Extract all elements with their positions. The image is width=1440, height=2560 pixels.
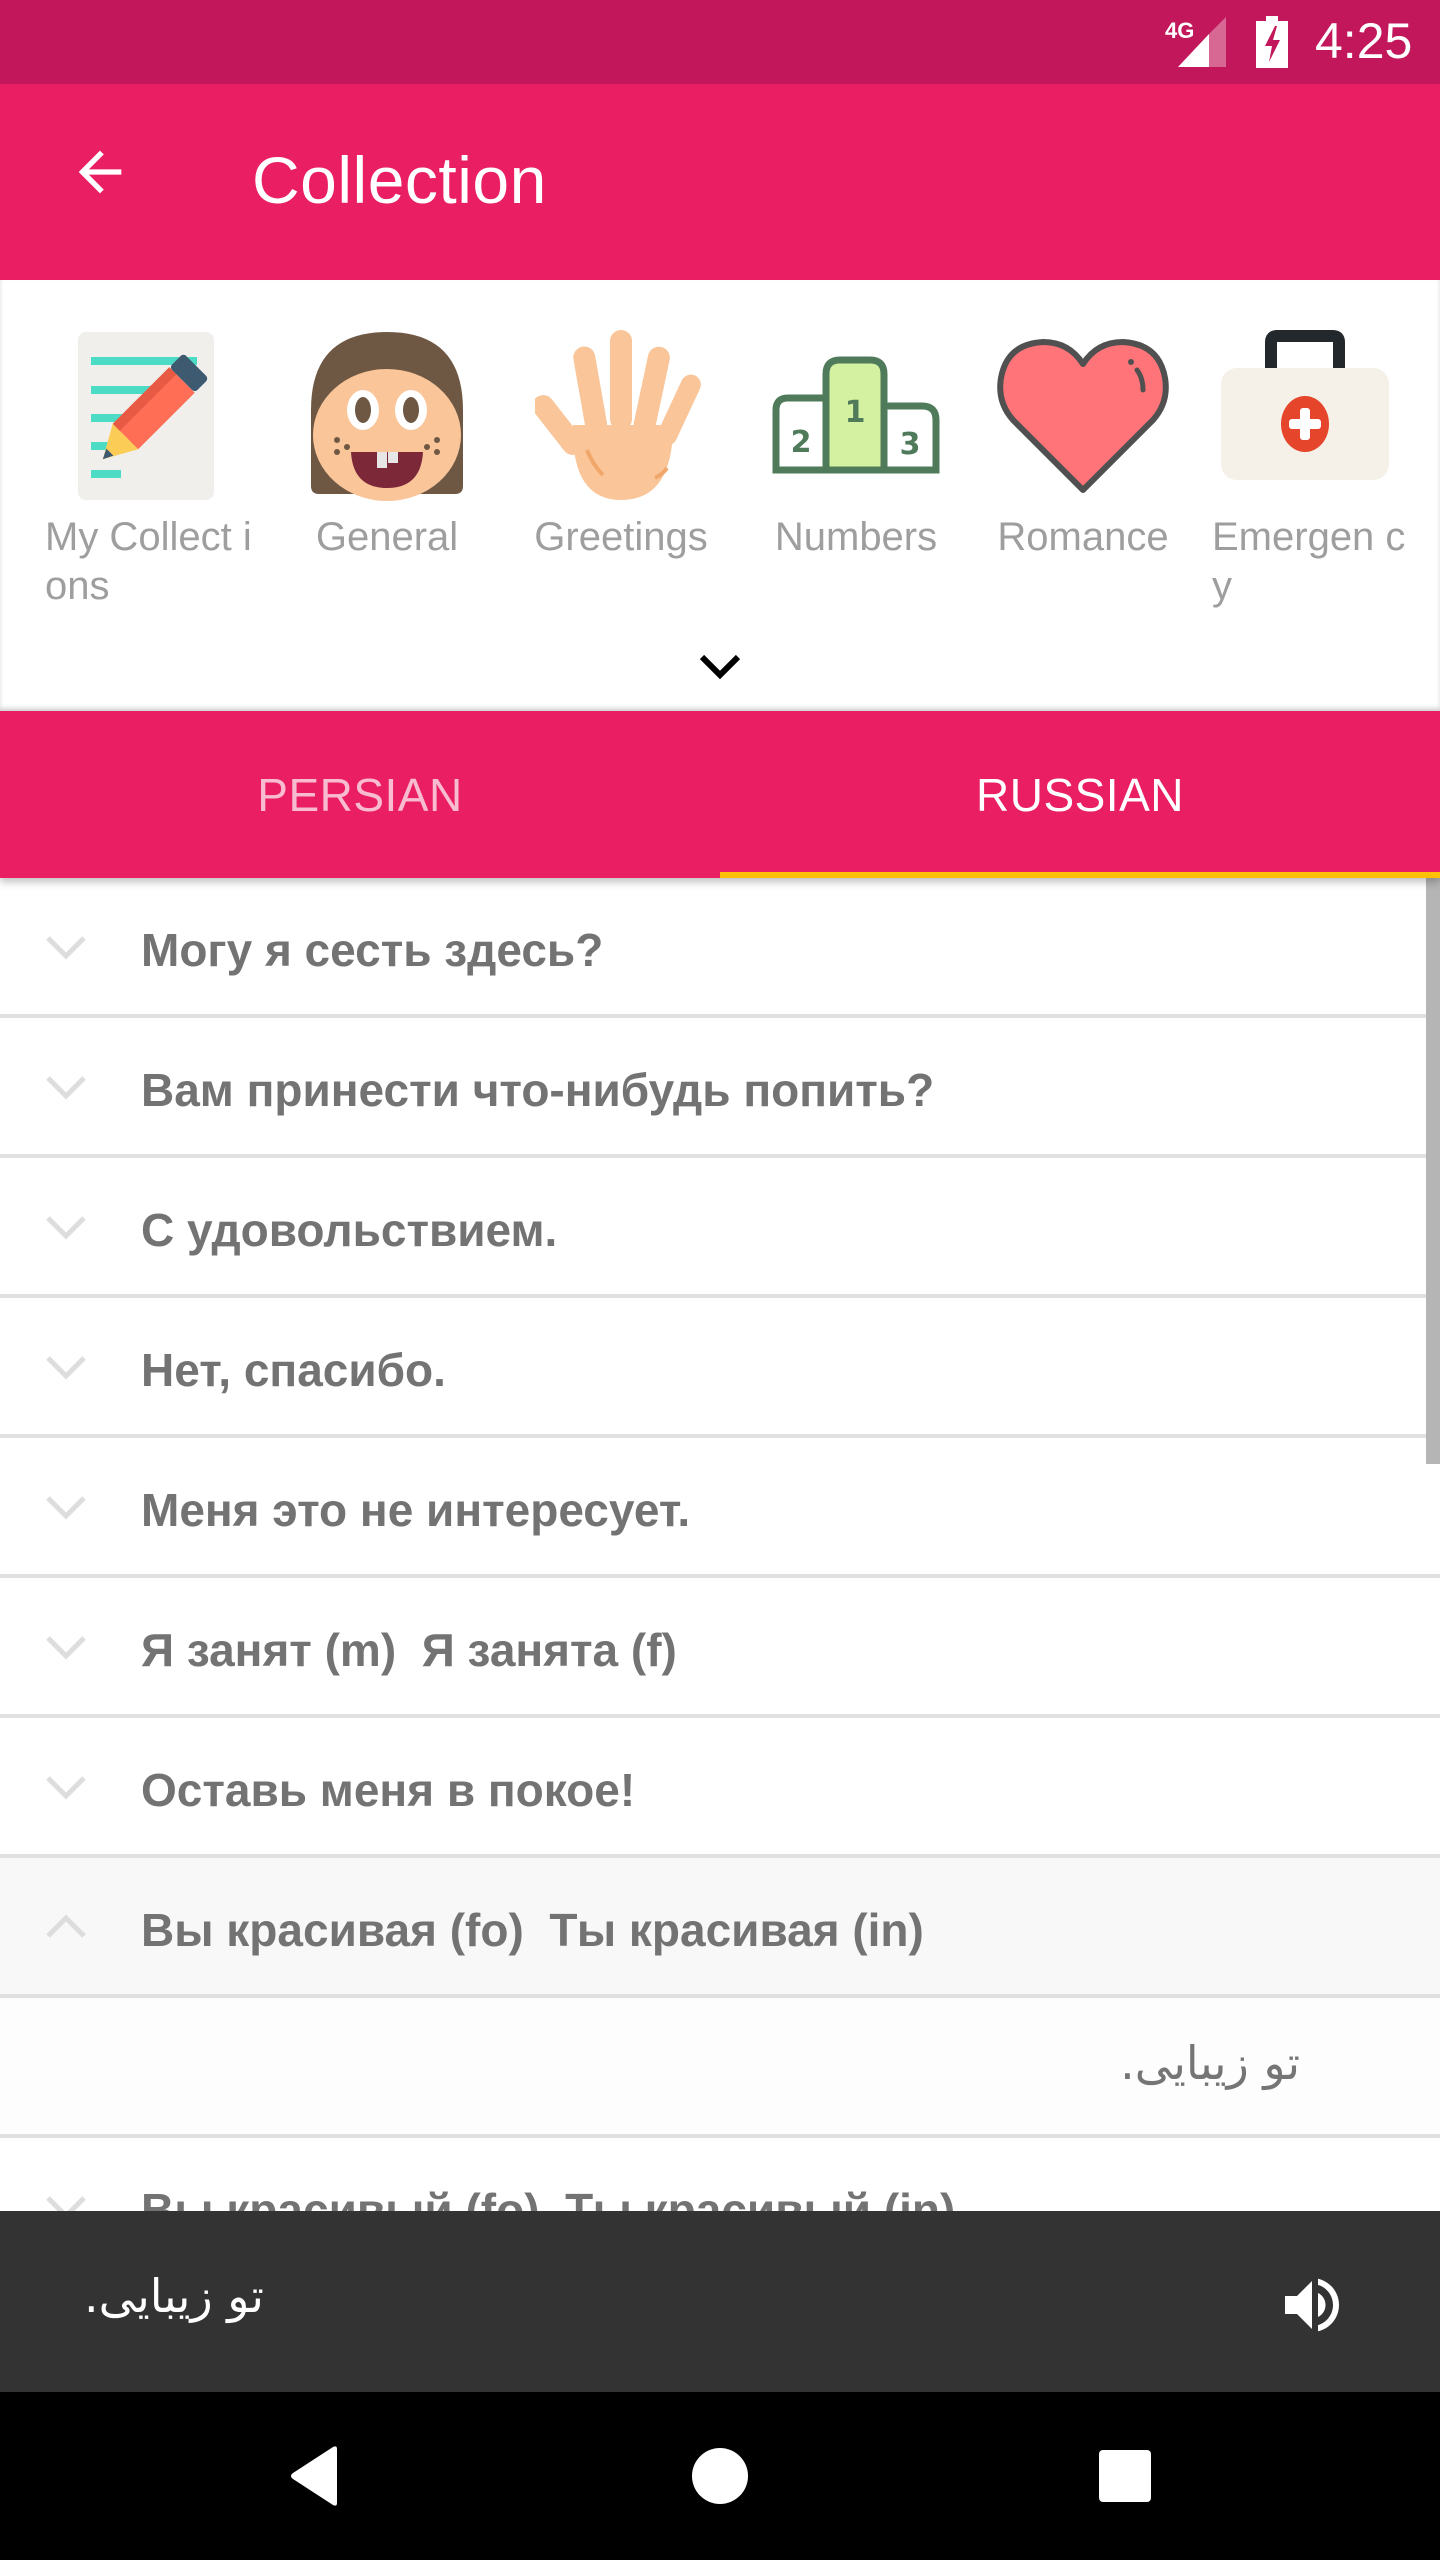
chevron-down-icon — [46, 1636, 86, 1660]
list-item[interactable]: Я занят (m) Я занята (f) — [0, 1578, 1440, 1718]
tab-russian[interactable]: RUSSIAN — [720, 711, 1440, 878]
app-bar: Collection — [0, 84, 1440, 280]
nav-home-button[interactable] — [670, 2426, 770, 2526]
nav-home-icon — [692, 2448, 748, 2504]
list-item[interactable]: Нет, спасибо. — [0, 1298, 1440, 1438]
nav-recents-icon — [1099, 2450, 1151, 2502]
category-my-collections[interactable]: My Collect ions — [45, 330, 255, 630]
category-label: My Collect ions — [45, 515, 252, 608]
nav-recents-button[interactable] — [1075, 2426, 1175, 2526]
chevron-down-icon — [46, 1076, 86, 1100]
category-general[interactable]: General — [282, 330, 492, 630]
expand-categories-button[interactable] — [690, 642, 750, 692]
system-nav-bar — [0, 2392, 1440, 2560]
list-item[interactable]: Вам принести что-нибудь попить? — [0, 1018, 1440, 1158]
status-bar: 4G 4:25 — [0, 0, 1440, 84]
phrase-list: Могу я сесть здесь? Вам принести что-ниб… — [0, 878, 1440, 2211]
clock: 4:25 — [1315, 13, 1413, 69]
heart-icon — [997, 339, 1169, 493]
back-button[interactable] — [52, 124, 148, 220]
category-label: Greetings — [534, 515, 708, 559]
podium-icon: 2 1 3 — [772, 356, 940, 474]
volume-up-icon — [1285, 2278, 1339, 2332]
category-label: Romance — [997, 515, 1169, 559]
category-numbers[interactable]: 2 1 3 Numbers — [751, 330, 961, 630]
chevron-down-icon — [46, 1216, 86, 1240]
list-item[interactable]: Могу я сесть здесь? — [0, 878, 1440, 1018]
list-item[interactable]: Оставь меня в покое! — [0, 1718, 1440, 1858]
waving-hand-icon — [535, 330, 701, 500]
chevron-down-icon — [46, 2196, 86, 2211]
chevron-down-icon — [46, 1356, 86, 1380]
play-audio-button[interactable] — [1262, 2255, 1362, 2355]
face-icon — [311, 332, 463, 501]
phrase-text: Меня это не интересует. — [141, 1484, 691, 1536]
tab-indicator — [720, 872, 1440, 878]
phrase-text: Вы красивый (fo) Ты красивый (in) — [141, 2184, 956, 2211]
category-label: Emergen cy — [1212, 515, 1406, 608]
audio-player-bar: تو زیبایی. — [0, 2211, 1440, 2392]
category-emergency[interactable]: Emergen cy — [1200, 330, 1410, 630]
category-strip: My Collect ions General Greetings 2 1 3 … — [0, 280, 1440, 711]
battery-charging-icon — [1256, 16, 1288, 68]
player-text: تو زیبایی. — [84, 2269, 264, 2323]
translation-row[interactable]: تو زیبایی. — [0, 1998, 1440, 2138]
first-aid-kit-icon — [1221, 330, 1389, 480]
scrollbar[interactable] — [1426, 878, 1440, 1464]
svg-text:1: 1 — [845, 395, 866, 430]
phrase-text: Могу я сесть здесь? — [141, 924, 604, 976]
category-label: General — [315, 515, 459, 559]
nav-back-button[interactable] — [265, 2426, 365, 2526]
chevron-down-icon — [46, 1776, 86, 1800]
language-tabs: PERSIAN RUSSIAN — [0, 711, 1440, 878]
category-romance[interactable]: Romance — [978, 330, 1188, 630]
chevron-up-icon — [46, 1914, 86, 1938]
chevron-down-icon — [699, 654, 741, 680]
phrase-text: Я занят (m) Я занята (f) — [141, 1624, 677, 1676]
nav-back-icon — [291, 2446, 337, 2506]
phrase-text: Вы красивая (fo) Ты красивая (in) — [141, 1904, 924, 1956]
phrase-text: Нет, спасибо. — [141, 1344, 446, 1396]
page-title: Collection — [252, 143, 547, 217]
list-item[interactable]: Меня это не интересует. — [0, 1438, 1440, 1578]
list-item-expanded[interactable]: Вы красивая (fo) Ты красивая (in) — [0, 1858, 1440, 1998]
list-item[interactable]: С удовольствием. — [0, 1158, 1440, 1298]
signal-icon — [1178, 17, 1226, 67]
chevron-down-icon — [46, 936, 86, 960]
phrase-text: Вам принести что-нибудь попить? — [141, 1064, 935, 1116]
tab-persian[interactable]: PERSIAN — [0, 711, 720, 878]
chevron-down-icon — [46, 1496, 86, 1520]
category-greetings[interactable]: Greetings — [516, 330, 726, 630]
notepad-pencil-icon — [78, 332, 214, 500]
svg-text:3: 3 — [900, 427, 921, 462]
category-label: Numbers — [774, 515, 938, 559]
phrase-text: С удовольствием. — [141, 1204, 558, 1256]
phrase-text: Оставь меня в покое! — [141, 1764, 636, 1816]
translation-text: تو زیبایی. — [1120, 2036, 1300, 2090]
svg-text:2: 2 — [791, 425, 812, 460]
list-item[interactable]: Вы красивый (fo) Ты красивый (in) — [0, 2138, 1440, 2211]
arrow-back-icon — [78, 150, 122, 194]
